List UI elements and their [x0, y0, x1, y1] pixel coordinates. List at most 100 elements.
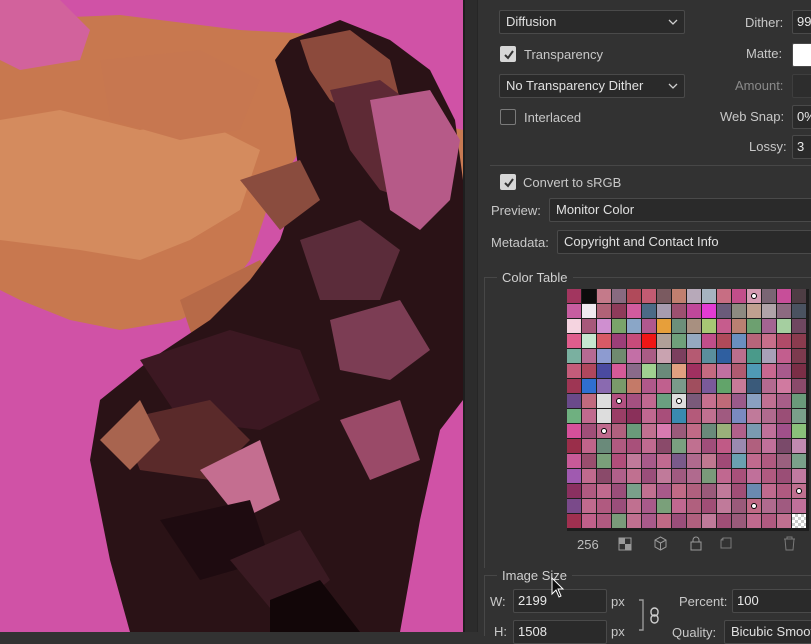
color-swatch[interactable] — [642, 484, 656, 498]
color-swatch[interactable] — [597, 334, 611, 348]
color-swatch[interactable] — [747, 484, 761, 498]
color-swatch[interactable] — [582, 319, 596, 333]
convert-srgb-checkbox[interactable] — [500, 174, 516, 190]
color-swatch[interactable] — [762, 424, 776, 438]
color-swatch[interactable] — [567, 409, 581, 423]
new-color-icon[interactable] — [719, 536, 733, 550]
color-swatch[interactable] — [582, 334, 596, 348]
color-swatch[interactable] — [762, 334, 776, 348]
transparency-checkbox[interactable] — [500, 46, 516, 62]
map-transparency-icon[interactable] — [618, 537, 632, 551]
color-swatch[interactable] — [732, 304, 746, 318]
color-swatch[interactable] — [567, 319, 581, 333]
color-swatch[interactable] — [732, 469, 746, 483]
web-snap-field[interactable]: 0% — [792, 105, 811, 129]
color-swatch[interactable] — [762, 349, 776, 363]
preview-select[interactable]: Monitor Color — [549, 198, 811, 222]
color-swatch[interactable] — [762, 319, 776, 333]
color-swatch[interactable] — [732, 454, 746, 468]
color-swatch[interactable] — [702, 499, 716, 513]
color-swatch[interactable] — [687, 409, 701, 423]
color-swatch[interactable] — [732, 394, 746, 408]
color-swatch[interactable] — [687, 334, 701, 348]
color-swatch[interactable] — [567, 454, 581, 468]
color-swatch[interactable] — [747, 364, 761, 378]
color-swatch[interactable] — [612, 484, 626, 498]
color-swatch[interactable] — [717, 334, 731, 348]
color-swatch[interactable] — [792, 319, 806, 333]
color-swatch[interactable] — [732, 409, 746, 423]
color-swatch[interactable] — [687, 454, 701, 468]
color-swatch[interactable] — [702, 349, 716, 363]
color-swatch[interactable] — [612, 364, 626, 378]
color-swatch[interactable] — [747, 304, 761, 318]
color-swatch[interactable] — [672, 304, 686, 318]
color-swatch[interactable] — [657, 364, 671, 378]
color-swatch[interactable] — [732, 424, 746, 438]
color-swatch[interactable] — [717, 319, 731, 333]
color-swatch[interactable] — [717, 364, 731, 378]
color-swatch[interactable] — [702, 439, 716, 453]
color-swatch[interactable] — [627, 334, 641, 348]
color-swatch[interactable] — [702, 379, 716, 393]
constrain-proportions-link-icon[interactable] — [637, 598, 663, 632]
color-swatch[interactable] — [627, 304, 641, 318]
color-swatch[interactable] — [642, 349, 656, 363]
color-swatch[interactable] — [627, 349, 641, 363]
color-swatch[interactable] — [657, 514, 671, 528]
color-swatch[interactable] — [642, 499, 656, 513]
color-swatch[interactable] — [597, 364, 611, 378]
color-swatch[interactable] — [732, 439, 746, 453]
color-swatch[interactable] — [612, 319, 626, 333]
color-swatch[interactable] — [597, 514, 611, 528]
color-swatch[interactable] — [777, 379, 791, 393]
color-swatch[interactable] — [732, 484, 746, 498]
color-swatch[interactable] — [717, 499, 731, 513]
color-swatch[interactable] — [732, 514, 746, 528]
color-swatch[interactable] — [762, 409, 776, 423]
color-swatch[interactable] — [582, 379, 596, 393]
color-swatch[interactable] — [567, 289, 581, 303]
color-swatch[interactable] — [762, 454, 776, 468]
color-swatch[interactable] — [762, 439, 776, 453]
color-swatch[interactable] — [762, 484, 776, 498]
color-swatch[interactable] — [762, 469, 776, 483]
color-swatch[interactable] — [612, 289, 626, 303]
color-swatch[interactable] — [717, 439, 731, 453]
color-swatch[interactable] — [687, 394, 701, 408]
color-swatch[interactable] — [777, 349, 791, 363]
color-swatch[interactable] — [597, 469, 611, 483]
color-swatch[interactable] — [732, 319, 746, 333]
color-swatch[interactable] — [657, 484, 671, 498]
matte-color-swatch[interactable] — [792, 43, 811, 67]
color-swatch[interactable] — [672, 364, 686, 378]
color-swatch[interactable] — [747, 499, 761, 513]
color-swatch[interactable] — [597, 349, 611, 363]
color-swatch[interactable] — [762, 364, 776, 378]
color-swatch[interactable] — [777, 424, 791, 438]
color-swatch[interactable] — [792, 334, 806, 348]
dither-algorithm-select[interactable]: Diffusion — [499, 10, 685, 34]
color-swatch[interactable] — [672, 439, 686, 453]
color-swatch[interactable] — [567, 304, 581, 318]
color-swatch[interactable] — [702, 454, 716, 468]
color-swatch[interactable] — [672, 349, 686, 363]
color-swatch[interactable] — [687, 514, 701, 528]
color-swatch[interactable] — [627, 289, 641, 303]
color-swatch[interactable] — [747, 379, 761, 393]
color-swatch[interactable] — [582, 424, 596, 438]
color-swatch[interactable] — [642, 394, 656, 408]
color-swatch[interactable] — [747, 319, 761, 333]
color-swatch[interactable] — [657, 394, 671, 408]
color-swatch[interactable] — [762, 514, 776, 528]
color-swatch[interactable] — [687, 364, 701, 378]
color-swatch[interactable] — [627, 319, 641, 333]
color-swatch[interactable] — [567, 424, 581, 438]
color-swatch[interactable] — [717, 514, 731, 528]
color-swatch[interactable] — [582, 409, 596, 423]
color-swatch[interactable] — [717, 454, 731, 468]
color-swatch[interactable] — [597, 289, 611, 303]
color-swatch[interactable] — [672, 319, 686, 333]
color-swatch[interactable] — [702, 319, 716, 333]
color-swatch[interactable] — [627, 394, 641, 408]
